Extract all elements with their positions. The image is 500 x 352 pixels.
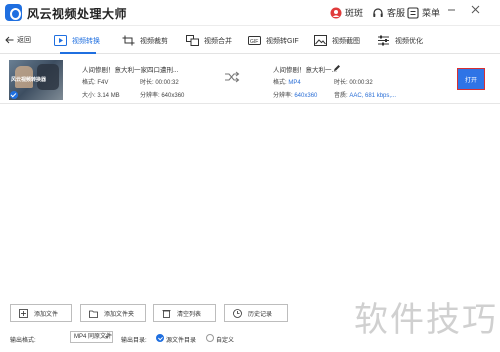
user-account-button[interactable]: 斑斑 bbox=[330, 6, 363, 19]
title-bar: 风云视频处理大师 斑斑 客服 菜单 bbox=[0, 0, 500, 26]
source-dir-radio[interactable] bbox=[156, 334, 164, 342]
output-duration-value: 00:00:32 bbox=[349, 80, 373, 86]
tab-label: 视频优化 bbox=[395, 37, 423, 45]
function-tab-bar: 返回 视频转换 视频裁剪 视频合并 GIF 视频转GIF 视频截图 视频优化 bbox=[0, 27, 500, 54]
source-resolution: 分辨率: 640x360 bbox=[140, 90, 184, 99]
user-name-label: 斑斑 bbox=[345, 8, 364, 18]
merge-icon bbox=[186, 35, 199, 46]
menu-button[interactable]: 菜单 bbox=[407, 6, 440, 19]
menu-label: 菜单 bbox=[422, 8, 441, 18]
tab-video-to-gif[interactable]: GIF 视频转GIF bbox=[248, 27, 299, 54]
app-logo-icon bbox=[5, 4, 22, 21]
source-duration-label: 时长: bbox=[140, 80, 154, 86]
source-duration-value: 00:00:32 bbox=[155, 80, 179, 86]
output-format-select[interactable]: MP4 同原文件 bbox=[70, 331, 113, 343]
tab-video-screenshot[interactable]: 视频截图 bbox=[314, 27, 360, 54]
tab-label: 视频合并 bbox=[204, 37, 232, 45]
output-resolution: 分辨率: 640x360 bbox=[273, 90, 317, 99]
output-format-label: 输出格式: bbox=[10, 338, 36, 344]
output-resolution-label: 分辨率: bbox=[273, 93, 293, 99]
custom-dir-label[interactable]: 自定义 bbox=[216, 335, 234, 344]
chevron-down-icon bbox=[105, 336, 109, 339]
output-audio-value[interactable]: AAC, 681 kbps,... bbox=[349, 93, 396, 99]
tab-video-convert[interactable]: 视频转换 bbox=[54, 27, 100, 54]
crop-icon bbox=[122, 35, 135, 46]
video-thumbnail[interactable]: 风云视频转换器 bbox=[9, 60, 63, 100]
arrow-left-icon bbox=[5, 36, 14, 44]
output-duration-label: 时长: bbox=[334, 80, 348, 86]
tab-video-optimize[interactable]: 视频优化 bbox=[377, 27, 423, 54]
svg-text:GIF: GIF bbox=[250, 39, 258, 45]
image-icon bbox=[314, 35, 327, 46]
source-format-label: 格式: bbox=[82, 80, 96, 86]
source-size-label: 大小: bbox=[82, 93, 96, 99]
source-format: 格式: F4V bbox=[82, 77, 108, 86]
history-label: 历史记录 bbox=[248, 311, 273, 318]
output-file-name: 人间惨剧！意大利一... bbox=[273, 67, 337, 74]
tab-label: 视频转GIF bbox=[266, 37, 299, 45]
video-convert-icon bbox=[54, 35, 67, 46]
add-file-button[interactable]: 添加文件 bbox=[10, 304, 72, 322]
source-format-value: F4V bbox=[97, 80, 109, 86]
open-button[interactable]: 打开 bbox=[457, 68, 485, 90]
source-dir-label[interactable]: 源文件目录 bbox=[166, 335, 196, 344]
output-audio-label: 音质: bbox=[334, 93, 348, 99]
avatar-icon bbox=[330, 7, 342, 18]
clear-list-button[interactable]: 清空列表 bbox=[153, 304, 216, 322]
minimize-button[interactable] bbox=[445, 5, 457, 17]
output-dir-label: 输出目录: bbox=[121, 338, 147, 344]
add-file-label: 添加文件 bbox=[34, 311, 59, 318]
tab-video-crop[interactable]: 视频裁剪 bbox=[122, 27, 168, 54]
add-folder-label: 添加文件夹 bbox=[104, 311, 135, 318]
add-folder-button[interactable]: 添加文件夹 bbox=[80, 304, 146, 322]
close-icon bbox=[471, 5, 479, 14]
minimize-icon bbox=[447, 9, 455, 11]
output-audio: 音质: AAC, 681 kbps,... bbox=[334, 90, 396, 99]
output-duration: 时长: 00:00:32 bbox=[334, 77, 373, 86]
customer-service-label: 客服 bbox=[387, 8, 406, 18]
add-file-icon bbox=[19, 308, 28, 318]
output-format-label: 格式: bbox=[273, 80, 287, 86]
tab-label: 视频裁剪 bbox=[140, 37, 168, 45]
customer-service-button[interactable]: 客服 bbox=[372, 6, 405, 19]
add-folder-icon bbox=[89, 310, 98, 318]
gif-icon: GIF bbox=[248, 36, 261, 45]
back-button[interactable]: 返回 bbox=[5, 35, 31, 45]
source-duration: 时长: 00:00:32 bbox=[140, 77, 179, 86]
source-size-value: 3.14 MB bbox=[97, 93, 120, 99]
watermark-text: 软件技巧 bbox=[354, 300, 498, 340]
thumbnail-caption: 风云视频转换器 bbox=[11, 77, 47, 83]
output-resolution-value[interactable]: 640x360 bbox=[294, 93, 317, 99]
pencil-icon[interactable] bbox=[333, 64, 341, 72]
tab-label: 视频转换 bbox=[72, 37, 100, 45]
close-button[interactable] bbox=[469, 5, 481, 17]
source-file-name: 人间惨剧！意大利一家四口遭刑... bbox=[82, 67, 179, 74]
source-resolution-label: 分辨率: bbox=[140, 93, 160, 99]
menu-icon bbox=[407, 6, 419, 19]
checkmark-icon[interactable] bbox=[10, 91, 18, 99]
sliders-icon bbox=[378, 35, 389, 46]
clear-list-label: 清空列表 bbox=[177, 311, 202, 318]
source-size: 大小: 3.14 MB bbox=[82, 90, 120, 99]
history-button[interactable]: 历史记录 bbox=[224, 304, 288, 322]
custom-dir-radio[interactable] bbox=[206, 334, 214, 342]
tab-label: 视频截图 bbox=[332, 37, 360, 45]
output-format-value[interactable]: MP4 bbox=[288, 80, 300, 86]
tab-video-merge[interactable]: 视频合并 bbox=[186, 27, 232, 54]
file-list-row[interactable]: 风云视频转换器 bbox=[0, 56, 500, 104]
output-format: 格式: MP4 bbox=[273, 77, 301, 86]
trash-icon bbox=[162, 309, 171, 318]
clock-icon bbox=[233, 308, 242, 318]
back-label: 返回 bbox=[17, 37, 31, 44]
app-title: 风云视频处理大师 bbox=[27, 7, 128, 21]
shuffle-icon bbox=[225, 71, 240, 83]
source-resolution-value: 640x360 bbox=[161, 93, 185, 99]
headset-icon bbox=[373, 7, 383, 17]
